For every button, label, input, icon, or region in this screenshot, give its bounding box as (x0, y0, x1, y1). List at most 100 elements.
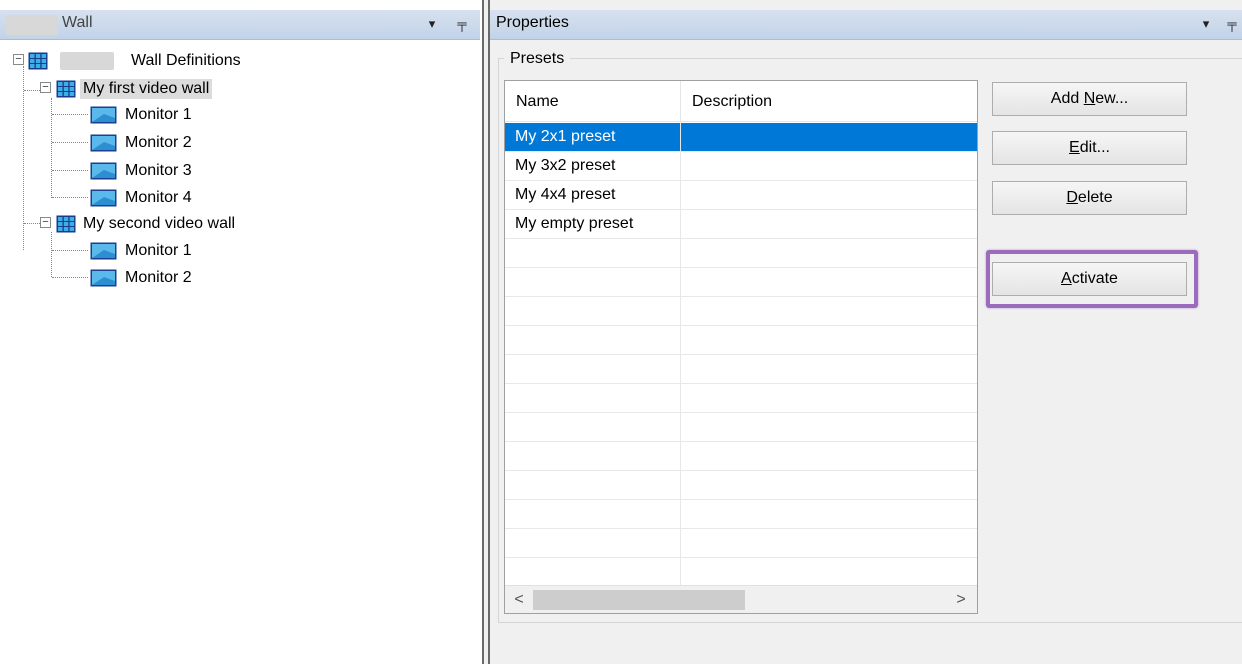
tree-label: Monitor 2 (125, 269, 192, 286)
scroll-thumb[interactable] (533, 590, 745, 610)
tree-node-monitor[interactable]: Monitor 2 (90, 130, 195, 156)
list-header: Name Description (505, 81, 977, 122)
tree-connector (52, 250, 88, 251)
empty-row (505, 442, 977, 471)
collapse-icon[interactable]: − (13, 54, 24, 65)
empty-row (505, 529, 977, 558)
tree-node-monitor[interactable]: Monitor 1 (90, 102, 195, 128)
empty-row (505, 558, 977, 587)
collapse-icon[interactable]: − (40, 82, 51, 93)
empty-cell (505, 413, 681, 441)
mnemonic: D (1066, 189, 1078, 206)
preset-name: My 2x1 preset (505, 123, 681, 151)
list-row[interactable]: My 3x2 preset (505, 152, 977, 181)
tree-node-monitor[interactable]: Monitor 2 (90, 265, 195, 291)
properties-panel-title: Properties (496, 14, 569, 31)
add-new-button[interactable]: Add New... (992, 82, 1187, 116)
empty-cell (505, 355, 681, 383)
properties-panel: Properties ▾ ╤ Presets Name Description … (490, 0, 1242, 664)
tree-label: Monitor 2 (125, 134, 192, 151)
empty-cell (505, 529, 681, 557)
mnemonic: E (1069, 139, 1080, 156)
wall-panel-title: Wall (62, 14, 93, 31)
tree-label: My second video wall (83, 215, 236, 232)
empty-cell (505, 500, 681, 528)
tree-label: Monitor 4 (125, 189, 192, 206)
empty-cell (505, 558, 681, 586)
button-label: ctivate (1071, 270, 1118, 287)
empty-cell (505, 442, 681, 470)
list-row[interactable]: My empty preset (505, 210, 977, 239)
tree-node-monitor[interactable]: Monitor 1 (90, 238, 195, 264)
presets-list[interactable]: Name Description My 2x1 preset My 3x2 pr… (504, 80, 978, 614)
empty-row (505, 500, 977, 529)
monitor-icon (90, 269, 117, 287)
empty-cell (505, 471, 681, 499)
activate-button[interactable]: Activate (992, 262, 1187, 296)
monitor-icon (90, 106, 117, 124)
column-header-description[interactable]: Description (681, 81, 977, 122)
dropdown-arrow-icon[interactable]: ▾ (1198, 16, 1214, 32)
tree-node-wall[interactable]: My second video wall (56, 211, 238, 237)
empty-row (505, 297, 977, 326)
collapse-icon[interactable]: − (40, 217, 51, 228)
monitor-icon (90, 242, 117, 260)
preset-description (681, 210, 977, 238)
preset-name: My 3x2 preset (505, 152, 681, 180)
preset-description (681, 123, 977, 151)
empty-cell (505, 268, 681, 296)
tree-label: Monitor 1 (125, 242, 192, 259)
video-wall-grid-icon (56, 80, 76, 98)
dropdown-arrow-icon[interactable]: ▾ (424, 16, 440, 32)
scroll-left-icon[interactable]: < (509, 590, 529, 610)
button-label: Add (1050, 90, 1084, 107)
mnemonic: N (1083, 90, 1096, 107)
tree-label: Monitor 3 (125, 162, 192, 179)
tree-connector (52, 114, 88, 115)
list-row[interactable]: My 4x4 preset (505, 181, 977, 210)
button-label: dit... (1079, 139, 1110, 156)
tree-node-monitor[interactable]: Monitor 3 (90, 158, 195, 184)
tree-node-monitor[interactable]: Monitor 4 (90, 185, 195, 211)
app-window: Wall ▾ ╤ − Wall Definitions − My first v… (0, 0, 1242, 664)
pane-splitter[interactable] (482, 0, 490, 664)
wall-panel-header: Wall ▾ ╤ (0, 10, 480, 40)
tree-connector (52, 142, 88, 143)
button-label: elete (1077, 189, 1113, 206)
horizontal-scrollbar[interactable]: < > (505, 585, 977, 613)
video-wall-grid-icon (28, 52, 48, 70)
empty-row (505, 384, 977, 413)
pin-icon[interactable]: ╤ (454, 16, 470, 32)
button-label: ew... (1095, 90, 1129, 107)
monitor-icon (90, 162, 117, 180)
monitor-icon (90, 134, 117, 152)
video-wall-grid-icon (56, 215, 76, 233)
tree-label: My first video wall (80, 79, 213, 99)
scroll-right-icon[interactable]: > (951, 590, 971, 610)
empty-cell (505, 297, 681, 325)
redacted-block (6, 15, 58, 35)
empty-row (505, 355, 977, 384)
wall-panel: Wall ▾ ╤ − Wall Definitions − My first v… (0, 0, 482, 664)
tree-node-wall[interactable]: My first video wall (56, 76, 213, 102)
tree-connector (52, 197, 88, 198)
empty-row (505, 413, 977, 442)
empty-row (505, 239, 977, 268)
monitor-icon (90, 189, 117, 207)
delete-button[interactable]: Delete (992, 181, 1187, 215)
empty-row (505, 268, 977, 297)
list-row[interactable]: My 2x1 preset (505, 123, 977, 152)
column-header-name[interactable]: Name (505, 81, 681, 122)
empty-cell (505, 326, 681, 354)
properties-panel-header: Properties ▾ ╤ (490, 10, 1242, 40)
tree-connector (51, 98, 52, 198)
edit-button[interactable]: Edit... (992, 131, 1187, 165)
empty-cell (505, 239, 681, 267)
empty-row (505, 326, 977, 355)
presets-group-label: Presets (504, 50, 571, 68)
preset-name: My 4x4 preset (505, 181, 681, 209)
empty-row (505, 471, 977, 500)
preset-description (681, 152, 977, 180)
tree-node-wall-definitions[interactable]: Wall Definitions (28, 48, 244, 74)
pin-icon[interactable]: ╤ (1224, 16, 1240, 32)
